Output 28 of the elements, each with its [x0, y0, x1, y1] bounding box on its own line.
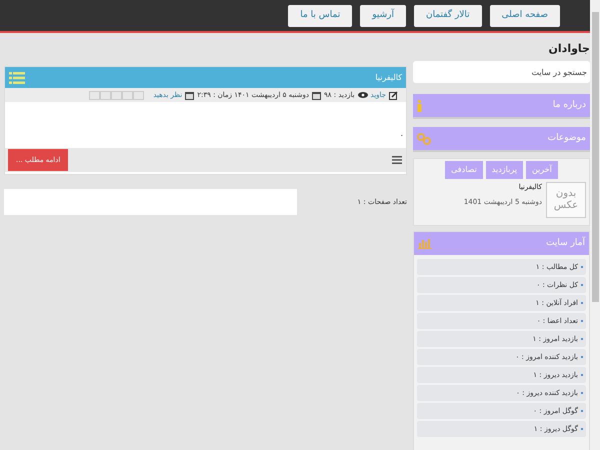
bar-chart-icon: [418, 238, 432, 249]
tab[interactable]: آخرین: [526, 161, 558, 179]
tab[interactable]: تصادفی: [445, 161, 483, 179]
calendar-icon: [312, 90, 321, 100]
menu-icon[interactable]: [9, 72, 25, 84]
about-panel[interactable]: درباره ما: [413, 94, 590, 119]
nav-button[interactable]: صفحه اصلی: [490, 4, 560, 26]
search-field[interactable]: جستجو در سایت: [413, 61, 590, 83]
scrollbar[interactable]: [590, 0, 600, 450]
post-body: .: [400, 128, 403, 140]
post-title: کالیفرنیا: [375, 72, 402, 84]
panel-title: موضوعات: [548, 132, 586, 145]
no-image-text: بدون عکس: [552, 188, 580, 212]
nav-button[interactable]: آرشیو: [360, 4, 406, 26]
nav-button[interactable]: تماس با ما: [288, 4, 352, 26]
panel-title: درباره ما: [552, 98, 586, 112]
tab[interactable]: پربازدید: [486, 161, 523, 179]
site-title: جاوادان: [548, 41, 590, 57]
topics-panel[interactable]: موضوعات: [413, 127, 590, 152]
nav-button[interactable]: تالار گفتمان: [414, 4, 482, 26]
eye-icon: [358, 92, 368, 98]
link-icon: [417, 132, 431, 144]
edit-icon: [389, 90, 398, 100]
list-icon: [392, 156, 402, 164]
calendar-icon: [185, 90, 194, 100]
info-icon: [417, 100, 422, 112]
panel-title: آمار سایت: [546, 236, 585, 250]
star-rating[interactable]: [89, 90, 144, 100]
